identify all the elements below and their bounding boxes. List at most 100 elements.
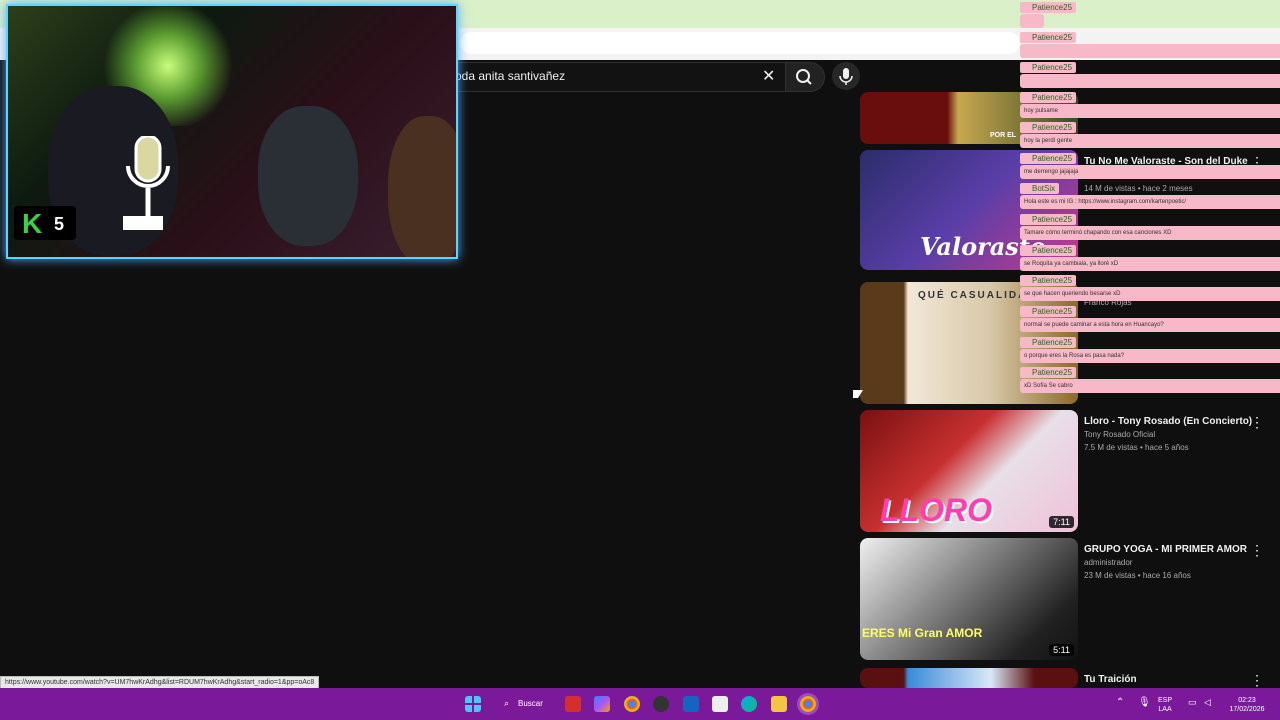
chat-text: o porque eres la Rosa es pasa nada? xyxy=(1020,349,1280,363)
chat-message: Patience25 xyxy=(1020,62,1280,88)
chat-username: BotSix xyxy=(1020,183,1060,194)
chat-text: me derrengo jajajaja xyxy=(1020,165,1280,179)
microphone-tray-icon[interactable]: 🎙 xyxy=(1138,698,1151,708)
video-item[interactable]: LLORO 7:11 Lloro - Tony Rosado (En Conci… xyxy=(858,410,1280,532)
k-badge: K 5 xyxy=(14,206,76,240)
chat-message: Patience25 xyxy=(1020,2,1280,28)
more-options-icon[interactable]: ⋮ xyxy=(1250,542,1264,559)
file-explorer-icon[interactable] xyxy=(771,696,787,712)
windows-taskbar: ⌕ Buscar ⌃ 🎙 ESP LAA ▭ ◁ 02:23 17/02/202… xyxy=(0,688,1280,720)
more-options-icon[interactable]: ⋮ xyxy=(1250,414,1264,431)
chat-message: Patience25 hoy la perdí gente xyxy=(1020,122,1280,148)
chat-username: Patience25 xyxy=(1020,62,1077,73)
k-letter: K xyxy=(22,208,43,239)
chat-text: hoy la perdí gente xyxy=(1020,134,1280,148)
chat-username: Patience25 xyxy=(1020,337,1077,348)
mail-icon[interactable] xyxy=(683,696,699,712)
tray-overflow-icon[interactable]: ⌃ xyxy=(1116,698,1124,708)
edge-icon[interactable] xyxy=(741,696,757,712)
network-icon[interactable]: ▭ xyxy=(1188,698,1197,707)
stream-chat-overlay: Patience25 Patience25 Patience25 Patienc… xyxy=(1018,0,1280,393)
clear-search-icon[interactable]: ✕ xyxy=(762,66,775,86)
search-button[interactable] xyxy=(785,62,825,92)
video-thumbnail[interactable] xyxy=(860,668,1078,688)
video-title[interactable]: Tu Traición xyxy=(1084,674,1244,685)
mouse-cursor xyxy=(853,390,863,398)
person-right xyxy=(388,116,456,257)
volume-icon[interactable]: ◁ xyxy=(1204,698,1211,707)
chat-text: se Roquita ya cambiala, ya lloré xD xyxy=(1020,257,1280,271)
chat-message: Patience25 Tamare cómo terminó chapando … xyxy=(1020,214,1280,240)
chat-username: Patience25 xyxy=(1020,275,1077,286)
search-icon: ⌕ xyxy=(504,698,510,708)
chat-text: hoy pulsame xyxy=(1020,104,1280,118)
video-item[interactable]: Tu Traición ⋮ xyxy=(858,668,1280,688)
chat-username: Patience25 xyxy=(1020,153,1077,164)
chat-username: Patience25 xyxy=(1020,367,1077,378)
chat-username: Patience25 xyxy=(1020,92,1077,103)
clock-time: 02:23 xyxy=(1238,697,1256,704)
video-duration: 7:11 xyxy=(1049,516,1074,528)
k-number: 5 xyxy=(54,214,65,234)
chat-message: Patience25 normal se puede caminar a est… xyxy=(1020,306,1280,332)
video-item[interactable]: ERES Mi Gran AMOR 5:11 GRUPO YOGA - MI P… xyxy=(858,538,1280,660)
chat-username: Patience25 xyxy=(1020,214,1077,225)
chat-text xyxy=(1020,14,1044,28)
chat-message: Patience25 hoy pulsame xyxy=(1020,92,1280,118)
chat-username: Patience25 xyxy=(1020,2,1077,13)
chat-message: Patience25 me derrengo jajajaja xyxy=(1020,153,1280,179)
chat-text: normal se puede caminar a esta hora en H… xyxy=(1020,318,1280,332)
clock[interactable]: 02:23 17/02/2026 xyxy=(1222,696,1272,714)
chat-username: Patience25 xyxy=(1020,306,1077,317)
video-meta: 23 M de vistas • hace 16 años xyxy=(1084,571,1191,580)
microphone-graphic xyxy=(123,136,170,230)
thumbnail-text: LLORO xyxy=(880,492,992,528)
chat-text xyxy=(1020,44,1280,58)
voice-search-button[interactable] xyxy=(832,62,860,90)
webcam-overlay: K 5 xyxy=(6,4,458,259)
video-title[interactable]: Lloro - Tony Rosado (En Concierto) xyxy=(1084,416,1252,427)
video-duration: 5:11 xyxy=(1049,644,1074,656)
more-options-icon[interactable]: ⋮ xyxy=(1250,672,1264,689)
obs-icon[interactable] xyxy=(653,696,669,712)
chat-text: Hola este es mi IG : https://www.instagr… xyxy=(1020,195,1280,209)
chat-text: xD Sofía Se cabro xyxy=(1020,379,1280,393)
video-meta: 7.5 M de vistas • hace 5 años xyxy=(1084,443,1189,452)
taskbar-search-button[interactable]: ⌕ Buscar xyxy=(498,695,548,713)
windows-start-icon[interactable] xyxy=(465,696,481,712)
chat-message: Patience25 xyxy=(1020,32,1280,58)
chat-message: Patience25 se Roquita ya cambiala, ya ll… xyxy=(1020,245,1280,271)
taskbar-search-label: Buscar xyxy=(518,699,543,708)
address-bar[interactable] xyxy=(460,32,1020,54)
video-thumbnail[interactable]: ERES Mi Gran AMOR 5:11 xyxy=(860,538,1078,660)
chat-message: Patience25 o porque eres la Rosa es pasa… xyxy=(1020,337,1280,363)
keyboard-layout: LAA xyxy=(1158,706,1172,713)
chat-message: Patience25 se que hacen queriendo besars… xyxy=(1020,275,1280,301)
chat-message: BotSix Hola este es mi IG : https://www.… xyxy=(1020,183,1280,209)
search-query-text: oda anita santivañez xyxy=(455,69,566,83)
chrome-active-icon[interactable] xyxy=(800,696,816,712)
microphone-icon xyxy=(839,68,853,85)
store-icon[interactable] xyxy=(712,696,728,712)
copilot-icon[interactable] xyxy=(594,696,610,712)
video-channel[interactable]: Tony Rosado Oficial xyxy=(1084,430,1155,439)
chat-username: Patience25 xyxy=(1020,245,1077,256)
video-title[interactable]: GRUPO YOGA - MI PRIMER AMOR xyxy=(1084,544,1247,555)
search-icon xyxy=(796,69,812,85)
language-indicator[interactable]: ESP LAA xyxy=(1158,696,1172,714)
video-channel[interactable]: administrador xyxy=(1084,558,1132,567)
chat-text: se que hacen queriendo besarse xD xyxy=(1020,287,1280,301)
pdf-app-icon[interactable] xyxy=(565,696,581,712)
chrome-icon[interactable] xyxy=(624,696,640,712)
thumbnail-text: ERES Mi Gran AMOR xyxy=(862,626,983,640)
chat-username: Patience25 xyxy=(1020,32,1077,43)
video-thumbnail[interactable]: LLORO 7:11 xyxy=(860,410,1078,532)
person-middle xyxy=(258,106,358,246)
language-code: ESP xyxy=(1158,697,1173,704)
chat-message: Patience25 xD Sofía Se cabro xyxy=(1020,367,1280,393)
chat-text: Tamare cómo terminó chapando con esa can… xyxy=(1020,226,1280,240)
chat-username: Patience25 xyxy=(1020,122,1077,133)
clock-date: 17/02/2026 xyxy=(1229,706,1265,713)
chat-text xyxy=(1020,74,1280,88)
thumbnail-text: POR EL xyxy=(990,132,1017,139)
